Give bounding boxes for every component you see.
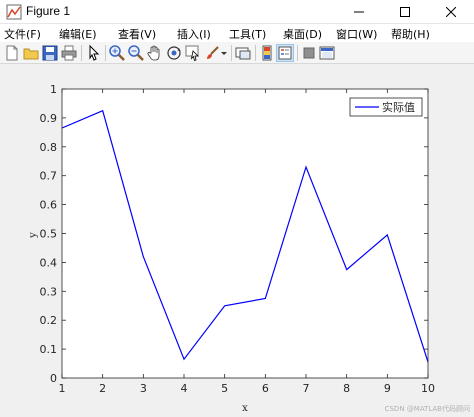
brush-dropdown-button[interactable]	[220, 44, 228, 62]
menu-view[interactable]: 查看(V)	[118, 26, 156, 42]
axes-background	[62, 89, 428, 378]
toolbar	[0, 42, 474, 64]
toolbar-separator	[297, 45, 298, 61]
menu-help[interactable]: 帮助(H)	[391, 26, 430, 42]
x-tick-label: 9	[384, 382, 391, 395]
pan-hand-icon	[147, 45, 160, 61]
x-tick-label: 2	[99, 382, 106, 395]
y-tick-label: 0.7	[40, 170, 58, 183]
maximize-button[interactable]	[382, 0, 428, 24]
legend-entry-label: 实际值	[382, 100, 415, 114]
x-tick-label: 10	[421, 382, 435, 395]
x-axis-label: x	[242, 403, 248, 414]
open-file-icon	[23, 48, 39, 60]
x-tick-label: 6	[262, 382, 269, 395]
title-bar: Figure 1	[0, 0, 474, 24]
window-title: Figure 1	[26, 4, 71, 18]
hide-plot-tools-button[interactable]	[300, 44, 318, 62]
x-tick-label: 7	[303, 382, 310, 395]
colorbar-icon	[262, 45, 272, 61]
x-tick-label: 1	[59, 382, 66, 395]
menu-edit[interactable]: 编辑(E)	[59, 26, 97, 42]
zoom-in-button[interactable]	[108, 44, 126, 62]
rotate-3d-icon	[167, 46, 181, 60]
hide-plot-tools-icon	[303, 47, 315, 59]
save-icon	[42, 45, 58, 61]
y-tick-label: 0	[50, 372, 57, 385]
y-tick-label: 0.6	[40, 199, 58, 212]
menu-bar: 文件(F) 编辑(E) 查看(V) 插入(I) 工具(T) 桌面(D) 窗口(W…	[0, 24, 474, 42]
x-tick-label: 3	[140, 382, 147, 395]
menu-insert[interactable]: 插入(I)	[177, 26, 211, 42]
select-arrow-icon	[89, 44, 100, 61]
y-tick-label: 0.3	[40, 285, 58, 298]
legend[interactable]: 实际值	[349, 97, 423, 117]
menu-tools[interactable]: 工具(T)	[229, 26, 266, 42]
new-figure-button[interactable]	[3, 44, 21, 62]
link-plot-icon	[235, 47, 251, 60]
maximize-icon	[400, 7, 410, 17]
data-cursor-button[interactable]	[184, 44, 202, 62]
x-tick-label: 5	[221, 382, 228, 395]
menu-window[interactable]: 窗口(W)	[336, 26, 377, 42]
show-plot-tools-icon	[319, 46, 335, 60]
menu-file[interactable]: 文件(F)	[4, 26, 41, 42]
legend-button[interactable]	[276, 44, 294, 62]
y-tick-label: 0.5	[40, 228, 58, 241]
figure-canvas: 1 2 3 4 5 6 7 8 9 10 0 0.1 0.2 0.3 0.4 0.5 0.6 0.7 0.8 0.9 1…	[0, 65, 474, 417]
zoom-out-button[interactable]	[127, 44, 145, 62]
link-plot-button[interactable]	[234, 44, 252, 62]
brush-icon	[207, 46, 219, 59]
y-tick-label: 0.8	[40, 141, 58, 154]
zoom-in-icon	[109, 45, 125, 61]
select-arrow-button[interactable]	[85, 44, 103, 62]
toolbar-separator	[105, 45, 106, 61]
watermark: CSDN @MATLAB代码顾问	[384, 405, 470, 413]
open-file-button[interactable]	[22, 44, 40, 62]
y-tick-label: 0.1	[40, 343, 58, 356]
brush-button[interactable]	[203, 44, 221, 62]
y-tick-label: 1	[50, 83, 57, 96]
minimize-button[interactable]	[336, 0, 382, 24]
show-plot-tools-button[interactable]	[318, 44, 336, 62]
legend-icon	[278, 46, 292, 60]
y-axis-label: y	[28, 232, 39, 239]
print-icon	[61, 45, 77, 61]
brush-dropdown-icon	[221, 52, 227, 55]
toolbar-separator	[231, 45, 232, 61]
zoom-out-icon	[128, 45, 144, 61]
print-button[interactable]	[60, 44, 78, 62]
toolbar-separator	[255, 45, 256, 61]
y-tick-label: 0.4	[40, 256, 58, 269]
data-cursor-icon	[185, 45, 199, 62]
x-tick-label: 4	[181, 382, 188, 395]
y-tick-label: 0.2	[40, 314, 58, 327]
close-button[interactable]	[428, 0, 474, 24]
y-tick-label: 0.9	[40, 112, 58, 125]
rotate-3d-button[interactable]	[165, 44, 183, 62]
new-figure-icon	[6, 45, 18, 61]
colorbar-button[interactable]	[258, 44, 276, 62]
menu-desktop[interactable]: 桌面(D)	[283, 26, 322, 42]
matlab-figure-icon	[6, 4, 22, 20]
minimize-icon	[354, 11, 364, 13]
line-chart[interactable]: 1 2 3 4 5 6 7 8 9 10 0 0.1 0.2 0.3 0.4 0.5 0.6 0.7 0.8 0.9 1…	[0, 65, 474, 417]
pan-button[interactable]	[146, 44, 164, 62]
toolbar-separator	[81, 45, 82, 61]
x-tick-label: 8	[343, 382, 350, 395]
save-button[interactable]	[41, 44, 59, 62]
close-icon	[446, 7, 456, 17]
